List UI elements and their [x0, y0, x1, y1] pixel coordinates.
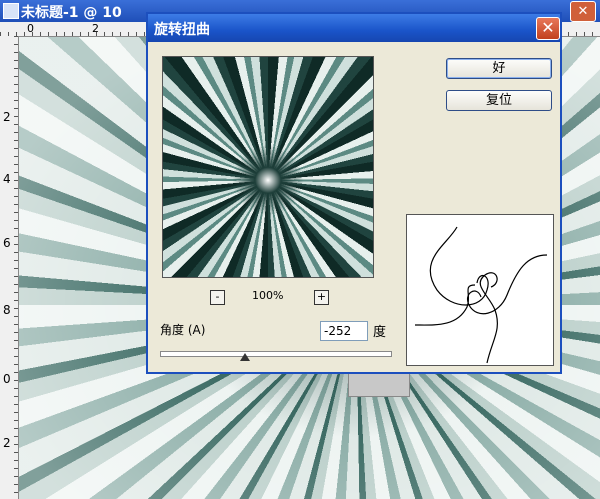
document-title: 未标题-1 @ 10: [21, 5, 122, 21]
ruler-top-label: 2: [92, 22, 99, 35]
ruler-left-label: 2: [3, 110, 11, 124]
angle-input[interactable]: [320, 321, 368, 341]
zoom-level: 100%: [252, 289, 284, 302]
zoom-in-button[interactable]: +: [314, 290, 329, 305]
ruler-vertical[interactable]: [0, 36, 19, 499]
ruler-left-label: 0: [3, 372, 11, 386]
dialog-close-button[interactable]: ✕: [536, 17, 560, 40]
twirl-dialog: 旋转扭曲 ✕ - 100% + 好 复位 角度 (A) 度: [146, 12, 562, 374]
ruler-left-label: 8: [3, 303, 11, 317]
ruler-left-label: 2: [3, 436, 11, 450]
reset-button[interactable]: 复位: [446, 90, 552, 111]
angle-slider-track[interactable]: [160, 351, 392, 357]
ok-button[interactable]: 好: [446, 58, 552, 79]
document-icon: [3, 3, 19, 19]
document-close-button[interactable]: ✕: [570, 1, 596, 22]
dialog-title: 旋转扭曲: [154, 22, 210, 38]
filter-preview[interactable]: [162, 56, 374, 278]
ruler-left-label: 6: [3, 236, 11, 250]
angle-label: 角度 (A): [160, 323, 206, 337]
angle-slider-thumb[interactable]: [240, 353, 251, 361]
zoom-out-button[interactable]: -: [210, 290, 225, 305]
ruler-top-label: 0: [27, 22, 34, 35]
ruler-left-label: 4: [3, 172, 11, 186]
twirl-diagram: [406, 214, 554, 366]
angle-unit: 度: [373, 325, 387, 340]
dialog-titlebar[interactable]: 旋转扭曲 ✕: [148, 14, 560, 42]
twirl-diagram-icon: [414, 226, 548, 364]
